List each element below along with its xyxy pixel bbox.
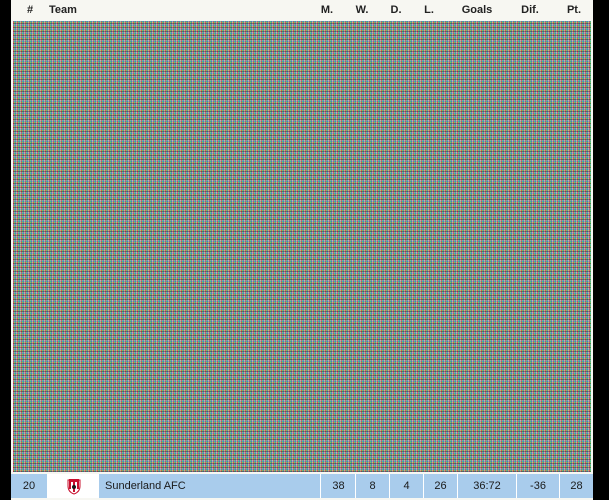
- row-draws: 4: [390, 474, 424, 498]
- header-rank[interactable]: #: [27, 4, 33, 16]
- row-diff: -36: [517, 474, 560, 498]
- header-matches[interactable]: M.: [319, 4, 335, 16]
- standings-table: # Team M. W. D. L. Goals Dif. Pt. 20 Sun…: [11, 0, 593, 500]
- noise-area: [13, 21, 591, 472]
- row-losses: 26: [424, 474, 458, 498]
- header-diff[interactable]: Dif.: [517, 4, 543, 16]
- row-team-name[interactable]: Sunderland AFC: [99, 474, 321, 498]
- row-points: 28: [570, 480, 583, 492]
- table-header: # Team M. W. D. L. Goals Dif. Pt.: [11, 0, 593, 20]
- table-row[interactable]: 20 Sunderland AFC 38 8 4 26 36:72 -36 28: [11, 474, 593, 498]
- row-wins: 8: [356, 474, 390, 498]
- header-wins[interactable]: W.: [354, 4, 370, 16]
- header-team[interactable]: Team: [49, 4, 77, 16]
- team-logo-cell: [48, 474, 99, 498]
- header-points[interactable]: Pt.: [564, 4, 584, 16]
- header-draws[interactable]: D.: [389, 4, 403, 16]
- row-matches: 38: [322, 474, 356, 498]
- row-rank: 20: [11, 474, 48, 498]
- header-goals[interactable]: Goals: [457, 4, 497, 16]
- header-losses[interactable]: L.: [422, 4, 436, 16]
- row-goals: 36:72: [458, 474, 517, 498]
- sunderland-crest-icon: [67, 479, 81, 495]
